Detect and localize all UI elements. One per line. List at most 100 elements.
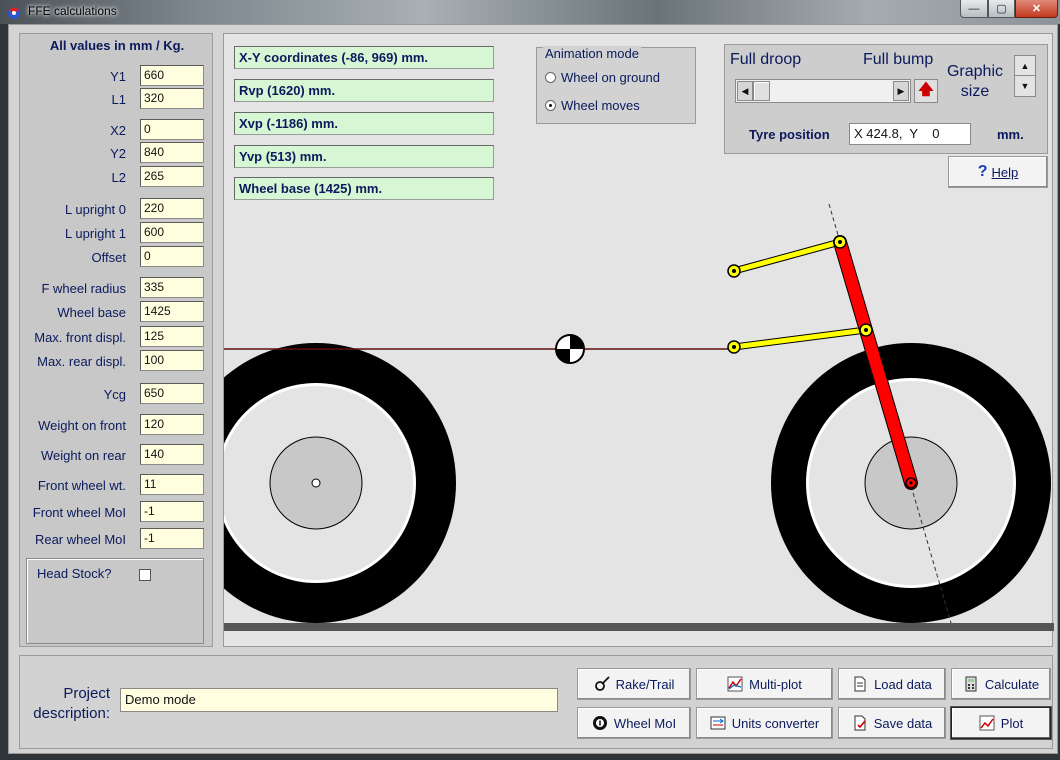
scroll-left-icon[interactable]: ◀: [737, 81, 753, 101]
position-control-panel: Full droop Full bump Graphic size ◀ ▶ 🡅 …: [724, 44, 1048, 154]
wheel-moi-button[interactable]: Wheel MoI: [577, 707, 691, 739]
plot-button[interactable]: Plot: [951, 707, 1051, 739]
tyre-position-value: X 424.8, Y 0: [849, 123, 971, 145]
label-l-upright-1: L upright 1: [65, 226, 126, 241]
units-converter-button[interactable]: Units converter: [696, 707, 833, 739]
load-file-icon: [852, 676, 868, 692]
up-arrow-icon[interactable]: 🡅: [914, 79, 938, 103]
input-y1[interactable]: 660: [140, 65, 204, 86]
label-x2: X2: [110, 123, 126, 138]
spin-up-icon[interactable]: ▲: [1015, 56, 1035, 76]
input-front-wheel-moi[interactable]: -1: [140, 501, 204, 522]
calculate-button[interactable]: Calculate: [951, 668, 1051, 700]
animation-mode-legend: Animation mode: [543, 46, 641, 61]
maximize-button[interactable]: ▢: [988, 0, 1015, 18]
label-l-upright-0: L upright 0: [65, 202, 126, 217]
tyre-position-label: Tyre position: [749, 127, 830, 142]
head-stock-checkbox[interactable]: [139, 569, 151, 581]
label-rear-wheel-moi: Rear wheel MoI: [34, 532, 126, 547]
upper-wishbone: [731, 239, 843, 274]
calculate-label: Calculate: [984, 676, 1040, 692]
save-file-icon: [852, 715, 868, 731]
units-header: All values in mm / Kg.: [49, 38, 185, 53]
rear-wheel: [224, 343, 456, 623]
scroll-right-icon[interactable]: ▶: [893, 81, 909, 101]
main-window: All values in mm / Kg. Y1 660 L1 320 X2 …: [8, 24, 1058, 754]
minimize-button[interactable]: —: [960, 0, 988, 18]
lower-wishbone: [731, 327, 869, 350]
label-l2: L2: [111, 170, 126, 185]
label-front-wheel-wt: Front wheel wt.: [37, 478, 126, 493]
label-wheel-base: Wheel base: [57, 305, 126, 320]
input-weight-rear[interactable]: 140: [140, 444, 204, 465]
rake-trail-button[interactable]: Rake/Trail: [577, 668, 691, 700]
multi-plot-button[interactable]: Multi-plot: [696, 668, 833, 700]
input-l-upright-0[interactable]: 220: [140, 198, 204, 219]
input-ycg[interactable]: 650: [140, 383, 204, 404]
rake-trail-icon: [594, 676, 610, 692]
radio-checked-icon: [545, 100, 556, 111]
help-label: Help: [991, 164, 1019, 180]
input-wheel-base[interactable]: 1425: [140, 301, 204, 322]
graphic-area: X-Y coordinates (-86, 969) mm. Rvp (1620…: [223, 33, 1054, 647]
close-button[interactable]: ✕: [1015, 0, 1058, 18]
input-x2[interactable]: 0: [140, 119, 204, 140]
input-rear-wheel-moi[interactable]: -1: [140, 528, 204, 549]
label-y2: Y2: [110, 146, 126, 161]
label-weight-front: Weight on front: [38, 418, 126, 433]
radio-label: Wheel moves: [561, 98, 640, 113]
label-l1: L1: [111, 92, 126, 107]
input-f-wheel-radius[interactable]: 335: [140, 277, 204, 298]
info-xvp: Xvp (-1186) mm.: [234, 112, 494, 135]
save-data-label: Save data: [873, 715, 933, 731]
radio-label: Wheel on ground: [561, 70, 661, 85]
radio-wheel-on-ground[interactable]: Wheel on ground: [545, 70, 660, 85]
input-front-wheel-wt[interactable]: 11: [140, 474, 204, 495]
input-l-upright-1[interactable]: 600: [140, 222, 204, 243]
project-description-input[interactable]: Demo mode: [120, 688, 558, 712]
units-converter-icon: [710, 715, 726, 731]
input-y2[interactable]: 840: [140, 142, 204, 163]
label-max-front-displ: Max. front displ.: [34, 330, 126, 345]
window-title: FFE calculations: [28, 4, 117, 18]
question-icon: ?: [977, 163, 988, 180]
info-xy-coordinates: X-Y coordinates (-86, 969) mm.: [234, 46, 494, 69]
title-bar: FFE calculations — ▢ ✕: [0, 0, 1060, 24]
calculator-icon: [963, 676, 979, 692]
radio-icon: [545, 72, 556, 83]
multi-plot-label: Multi-plot: [749, 676, 802, 692]
plot-label: Plot: [1000, 715, 1024, 731]
input-max-rear-displ[interactable]: 100: [140, 350, 204, 371]
app-logo-icon: [8, 7, 20, 19]
tyre-position-unit: mm.: [997, 127, 1024, 142]
save-data-button[interactable]: Save data: [838, 707, 946, 739]
input-l1[interactable]: 320: [140, 88, 204, 109]
project-description-label: Project description:: [33, 685, 110, 722]
wheel-moi-icon: [592, 715, 608, 731]
plot-icon: [979, 715, 995, 731]
graphic-size-spinner[interactable]: ▲ ▼: [1014, 55, 1036, 97]
help-button[interactable]: ? Help: [948, 156, 1048, 188]
input-weight-front[interactable]: 120: [140, 414, 204, 435]
info-rvp: Rvp (1620) mm.: [234, 79, 494, 102]
label-front-wheel-moi: Front wheel MoI: [32, 505, 126, 520]
input-offset[interactable]: 0: [140, 246, 204, 267]
animation-mode-group: Animation mode Wheel on ground Wheel mov…: [536, 46, 696, 124]
slider-thumb[interactable]: [753, 81, 770, 101]
label-y1: Y1: [110, 69, 126, 84]
rake-trail-label: Rake/Trail: [615, 676, 675, 692]
wheel-moi-label: Wheel MoI: [613, 715, 677, 731]
head-stock-group: Head Stock?: [26, 558, 204, 644]
ground-line: [224, 623, 1054, 631]
input-l2[interactable]: 265: [140, 166, 204, 187]
full-bump-label: Full bump: [863, 51, 934, 68]
spin-down-icon[interactable]: ▼: [1015, 76, 1035, 96]
head-stock-label: Head Stock?: [37, 566, 112, 581]
cg-marker: [555, 334, 585, 364]
load-data-label: Load data: [874, 676, 932, 692]
radio-wheel-moves[interactable]: Wheel moves: [545, 98, 640, 113]
suspension-travel-slider[interactable]: ◀ ▶: [735, 79, 911, 103]
input-max-front-displ[interactable]: 125: [140, 326, 204, 347]
bottom-panel: Project description: Demo mode Rake/Trai…: [19, 655, 1053, 749]
load-data-button[interactable]: Load data: [838, 668, 946, 700]
